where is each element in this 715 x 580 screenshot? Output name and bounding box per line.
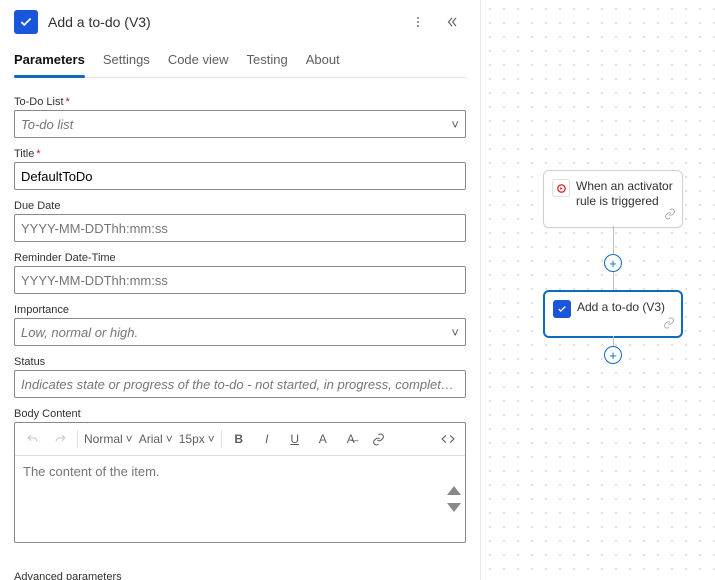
title-label: Title* <box>14 148 466 160</box>
importance-label: Importance <box>14 304 466 316</box>
link-button[interactable] <box>368 427 390 451</box>
chevron-down-icon: ˅ <box>126 432 133 446</box>
action-node-icon <box>553 300 571 318</box>
rich-text-editor: Normal˅ Arial˅ 15px˅ B I U A A̶ The cont… <box>14 422 466 543</box>
todo-list-select[interactable]: To-do list ˅ <box>14 110 466 138</box>
chevron-down-icon: ˅ <box>451 117 459 132</box>
tab-code-view[interactable]: Code view <box>168 46 229 77</box>
scroll-down-icon[interactable] <box>447 503 461 512</box>
check-icon <box>19 15 33 29</box>
editor-toolbar: Normal˅ Arial˅ 15px˅ B I U A A̶ <box>15 423 465 456</box>
code-toggle-button[interactable] <box>437 427 459 451</box>
link-icon <box>372 433 385 446</box>
add-step-button[interactable]: + <box>604 254 622 272</box>
chevron-down-icon: ˅ <box>451 325 459 340</box>
scroll-arrows <box>447 486 461 512</box>
connector <box>613 272 614 292</box>
font-color-button[interactable]: A <box>312 427 334 451</box>
title-input[interactable] <box>14 162 466 190</box>
format-select[interactable]: Normal˅ <box>84 427 133 451</box>
connector <box>613 226 614 254</box>
panel-header: Add a to-do (V3) <box>14 0 466 46</box>
erase-icon: A̶ <box>347 432 355 446</box>
chevron-down-icon: ˅ <box>208 432 215 446</box>
more-button[interactable] <box>404 8 432 36</box>
undo-icon <box>26 433 39 446</box>
redo-icon <box>54 433 67 446</box>
more-vertical-icon <box>411 15 425 29</box>
size-select[interactable]: 15px˅ <box>179 427 215 451</box>
undo-button[interactable] <box>21 427 43 451</box>
action-node[interactable]: Add a to-do (V3) <box>543 290 683 338</box>
todo-list-label: To-Do List* <box>14 96 466 108</box>
properties-panel: Add a to-do (V3) Parameters Settings Cod… <box>0 0 480 580</box>
clear-format-button[interactable]: A̶ <box>340 427 362 451</box>
tabs: Parameters Settings Code view Testing Ab… <box>14 46 466 78</box>
action-icon <box>14 10 38 34</box>
bold-button[interactable]: B <box>228 427 250 451</box>
due-date-input[interactable] <box>14 214 466 242</box>
tab-about[interactable]: About <box>306 46 340 77</box>
trigger-icon <box>552 179 570 197</box>
font-select[interactable]: Arial˅ <box>139 427 173 451</box>
collapse-button[interactable] <box>438 8 466 36</box>
tab-testing[interactable]: Testing <box>247 46 288 77</box>
underline-button[interactable]: U <box>284 427 306 451</box>
tab-parameters[interactable]: Parameters <box>14 46 85 77</box>
node-link-icon[interactable] <box>664 208 676 223</box>
chevron-down-icon: ˅ <box>166 432 173 446</box>
due-date-label: Due Date <box>14 200 466 212</box>
code-icon <box>441 432 455 446</box>
status-input[interactable]: Indicates state or progress of the to-do… <box>14 370 466 398</box>
importance-select[interactable]: Low, normal or high. ˅ <box>14 318 466 346</box>
trigger-title: When an activator rule is triggered <box>576 179 674 209</box>
tab-settings[interactable]: Settings <box>103 46 150 77</box>
redo-button[interactable] <box>49 427 71 451</box>
chevron-double-left-icon <box>445 15 459 29</box>
add-step-button[interactable]: + <box>604 346 622 364</box>
editor-body[interactable]: The content of the item. <box>15 456 465 542</box>
reminder-label: Reminder Date-Time <box>14 252 466 264</box>
italic-button[interactable]: I <box>256 427 278 451</box>
trigger-node[interactable]: When an activator rule is triggered <box>543 170 683 228</box>
action-title: Add a to-do (V3) <box>577 300 665 315</box>
reminder-input[interactable] <box>14 266 466 294</box>
check-icon <box>557 304 567 314</box>
connector <box>613 336 614 346</box>
node-link-icon[interactable] <box>663 317 675 332</box>
advanced-label: Advanced parameters <box>14 571 317 580</box>
status-label: Status <box>14 356 466 368</box>
flow-canvas[interactable]: When an activator rule is triggered + Ad… <box>480 0 715 580</box>
body-label: Body Content <box>14 408 466 420</box>
scroll-up-icon[interactable] <box>447 486 461 495</box>
panel-title: Add a to-do (V3) <box>48 14 404 30</box>
